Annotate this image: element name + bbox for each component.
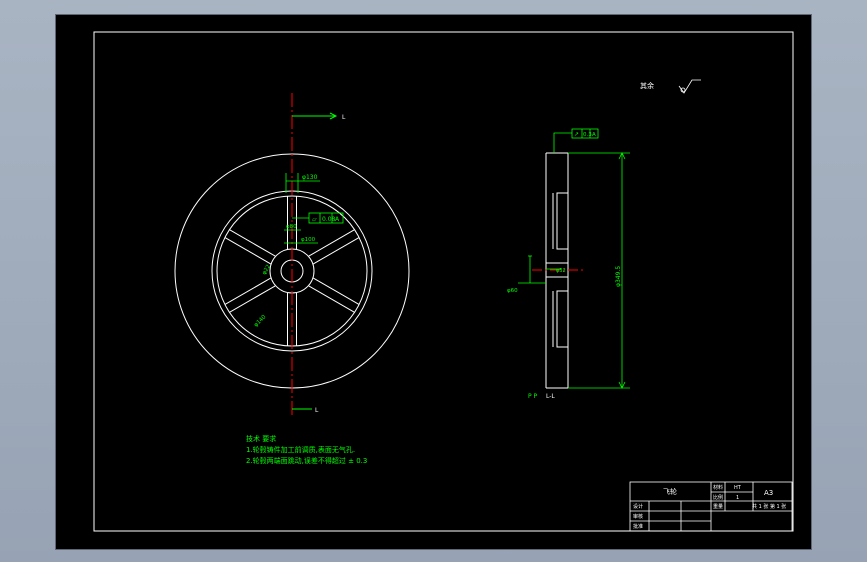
front-dimensions <box>284 173 344 244</box>
groove-bottom <box>556 290 569 348</box>
material-value: HT <box>734 485 742 491</box>
dim-hub-diameter: φ60 <box>507 288 518 294</box>
section-mark-top <box>292 112 338 120</box>
groove-top <box>556 192 569 250</box>
side-dimensions <box>518 128 630 389</box>
tech-req-title: 技术 要求 <box>246 434 276 443</box>
dim-hub-1: φ80 <box>286 224 297 230</box>
designer-label: 设计 <box>633 503 643 510</box>
sheet-size: A3 <box>764 489 773 497</box>
spoke-edge <box>313 236 360 265</box>
dim-outer-diameter: φ349.5 <box>615 266 622 287</box>
surface-note: 其余 <box>640 81 654 90</box>
spoke-edge <box>229 285 276 313</box>
tech-req-line2: 2.轮毂两端面跳动,误差不得超过 ± 0.3 <box>246 456 367 465</box>
section-markers: P P <box>528 393 538 400</box>
spoke-edge <box>313 277 360 306</box>
roughness-symbol <box>678 79 701 94</box>
section-label-bottom: L <box>315 407 319 414</box>
approver-label: 批准 <box>633 523 643 530</box>
material-label: 材料 <box>713 484 723 491</box>
dim-flatness-datum: A <box>335 216 340 223</box>
spoke-edge <box>229 229 276 257</box>
dim-flatness: 0.08 <box>322 216 336 223</box>
weight-label: 重量 <box>713 503 723 510</box>
dim-runout: 0.3 <box>583 132 592 138</box>
cad-viewport[interactable]: L L φ130 ⏥ 0.08 A φ80 φ100 φ22 φ140 ↗ 0.… <box>55 14 812 550</box>
dim-bore-label: φ32 <box>556 268 566 274</box>
spoke-edge <box>224 236 271 265</box>
checker-label: 审核 <box>633 513 643 520</box>
drawing-sheet: L L φ130 ⏥ 0.08 A φ80 φ100 φ22 φ140 ↗ 0.… <box>93 31 794 532</box>
view-label: L-L <box>546 393 555 400</box>
scale-value: 1 <box>736 495 739 501</box>
spoke-edge <box>224 277 271 306</box>
spoke-edge <box>308 285 355 313</box>
part-name: 飞轮 <box>663 487 677 496</box>
dim-rim: φ140 <box>253 314 268 329</box>
tech-req-line1: 1.轮毂铸件加工前调质,表面无气孔. <box>246 445 355 454</box>
dim-runout-datum: A <box>592 132 596 138</box>
runout-symbol: ↗ <box>574 131 579 138</box>
section-label-top: L <box>342 114 346 121</box>
sheet-frame <box>93 31 794 532</box>
dim-width-top: φ130 <box>302 174 318 181</box>
sheets-info: 共 1 张 第 1 张 <box>752 503 786 510</box>
flatness-symbol: ⏥ <box>312 216 317 223</box>
scale-label: 比例 <box>713 494 723 501</box>
dim-hub-2: φ100 <box>301 237 316 243</box>
